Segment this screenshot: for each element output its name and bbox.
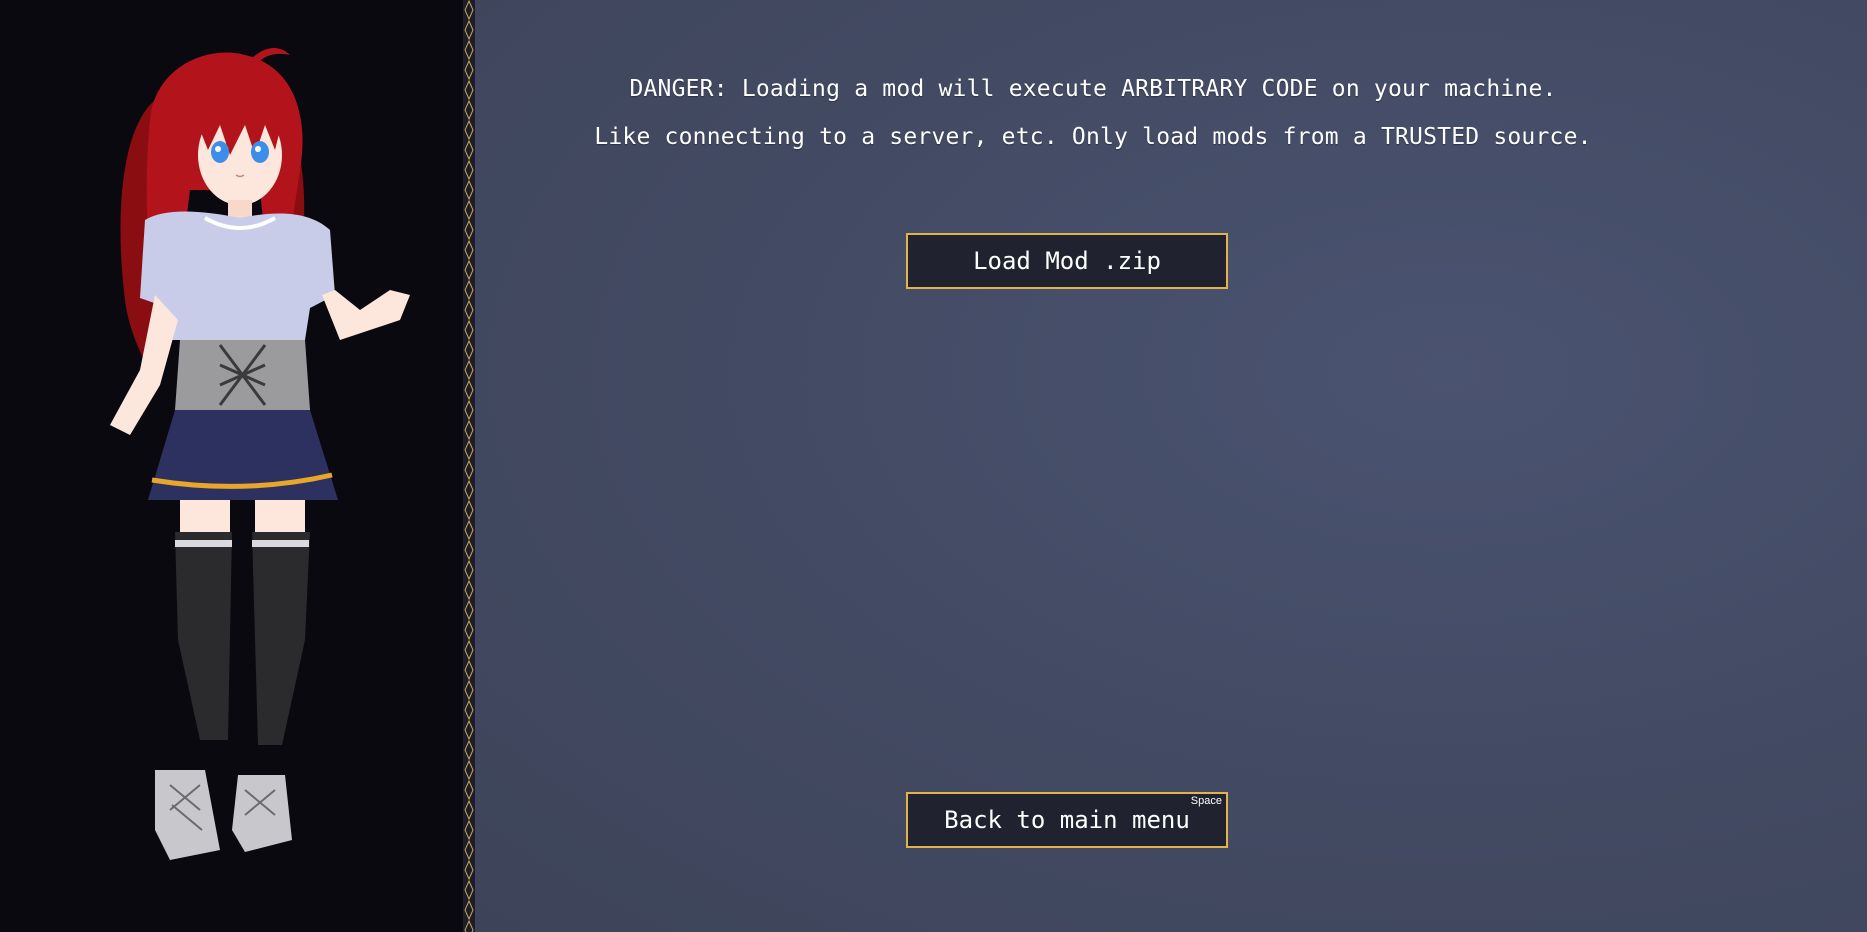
back-to-main-menu-button[interactable]: Back to main menu Space xyxy=(906,792,1228,848)
danger-warning-line-1: DANGER: Loading a mod will execute ARBIT… xyxy=(629,76,1557,102)
mod-loader-screen: DANGER: Loading a mod will execute ARBIT… xyxy=(0,0,1867,932)
load-mod-button[interactable]: Load Mod .zip xyxy=(906,233,1228,289)
character-panel xyxy=(0,0,463,932)
load-mod-label: Load Mod .zip xyxy=(973,247,1161,275)
space-hotkey-badge: Space xyxy=(1190,795,1222,807)
back-label: Back to main menu xyxy=(944,806,1190,834)
character-portrait xyxy=(110,48,410,860)
ornamental-divider xyxy=(463,0,475,932)
main-panel: DANGER: Loading a mod will execute ARBIT… xyxy=(475,0,1867,932)
danger-warning-line-2: Like connecting to a server, etc. Only l… xyxy=(594,124,1592,150)
